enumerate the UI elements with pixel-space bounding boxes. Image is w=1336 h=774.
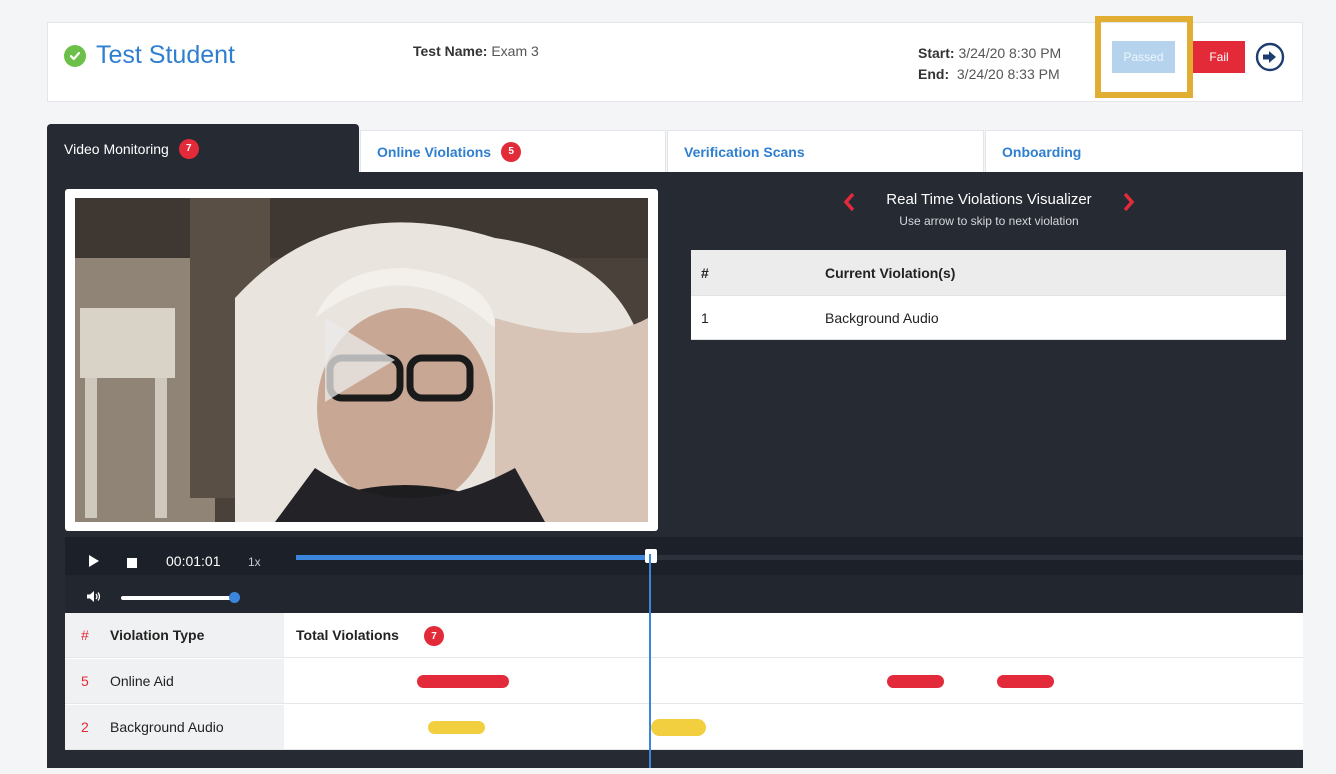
header-current-violation: Current Violation(s) [825,264,956,281]
violation-marker[interactable] [997,675,1054,688]
progress-fill [296,555,652,560]
student-block: Test Student [64,41,235,70]
end-time: 3/24/20 8:33 PM [956,66,1060,82]
current-time: 00:01:01 [166,553,221,569]
header-left-cell: # Violation Type [65,613,284,657]
chevron-left-icon[interactable] [843,192,855,212]
play-icon[interactable] [89,554,99,572]
violation-marker[interactable] [887,675,944,688]
timeline-playhead[interactable] [649,554,651,768]
play-overlay-icon[interactable] [325,318,395,402]
video-frame [65,189,658,531]
violation-marker[interactable] [651,719,706,736]
student-name: Test Student [96,41,235,69]
violations-timeline-table: # Violation Type Total Violations 7 5 On… [65,613,1303,750]
playback-speed[interactable]: 1x [248,555,261,569]
tab-label: Video Monitoring [64,140,169,157]
volume-icon[interactable] [87,589,101,607]
violation-marker[interactable] [428,721,485,734]
test-name-label: Test Name: [413,43,488,59]
volume-row [65,575,1303,613]
violation-count: 2 [81,719,89,735]
header-num: # [81,627,89,643]
transport-row: 00:01:01 1x [65,537,1303,575]
tab-badge: 5 [501,141,522,162]
progress-handle[interactable] [645,549,657,563]
total-violations-badge: 7 [424,626,444,646]
table-row[interactable]: 5 Online Aid [65,659,1303,704]
tab-label: Onboarding [1002,143,1082,160]
header-total-violations: Total Violations [296,627,399,643]
video-monitoring-panel: Real Time Violations Visualizer Use arro… [47,172,1303,768]
tab-onboarding[interactable]: Onboarding [985,130,1303,172]
tab-online-violations[interactable]: Online Violations 5 [360,130,666,172]
player-controls: 00:01:01 1x [65,537,1303,613]
volume-track[interactable] [121,596,236,600]
tab-badge: 7 [178,138,199,159]
row-left-cell: 5 Online Aid [65,659,284,703]
start-label: Start: [918,45,955,61]
current-violations-table: # Current Violation(s) 1 Background Audi… [691,250,1286,340]
header-num: # [701,264,709,281]
end-label: End: [918,66,950,82]
fail-button[interactable]: Fail [1193,41,1245,73]
session-header: Test Student Test Name: Exam 3 Start: 3/… [47,16,1303,102]
volume-handle[interactable] [229,592,240,603]
chevron-right-icon[interactable] [1123,192,1135,212]
row-violation: Background Audio [825,309,939,326]
video-player[interactable] [75,198,648,522]
violation-type: Online Aid [110,673,174,689]
row-num: 1 [701,309,709,326]
check-circle-icon [64,44,86,67]
session-times: Start: 3/24/20 8:30 PM End: 3/24/20 8:33… [918,43,1061,85]
timeline-header-row: # Violation Type Total Violations 7 [65,613,1303,658]
table-row[interactable]: 1 Background Audio [691,296,1286,340]
table-header-row: # Current Violation(s) [691,250,1286,296]
violation-marker[interactable] [417,675,509,688]
test-name: Test Name: Exam 3 [413,43,539,59]
violations-visualizer: Real Time Violations Visualizer Use arro… [691,188,1287,228]
visualizer-subtitle: Use arrow to skip to next violation [899,214,1079,228]
table-row[interactable]: 2 Background Audio [65,705,1303,750]
test-name-value: Exam 3 [491,43,539,59]
visualizer-title: Real Time Violations Visualizer [886,191,1092,208]
tab-label: Verification Scans [684,143,805,160]
header-violation-type: Violation Type [110,627,205,643]
tab-label: Online Violations [377,143,492,160]
start-time: 3/24/20 8:30 PM [958,45,1062,61]
tab-video-monitoring[interactable]: Video Monitoring 7 [47,124,359,172]
violation-count: 5 [81,673,89,689]
stop-icon[interactable] [127,555,137,573]
tab-verification-scans[interactable]: Verification Scans [667,130,984,172]
violation-type: Background Audio [110,719,224,735]
exit-arrow-icon[interactable] [1255,42,1285,72]
passed-button[interactable]: Passed [1112,41,1175,73]
row-left-cell: 2 Background Audio [65,705,284,749]
